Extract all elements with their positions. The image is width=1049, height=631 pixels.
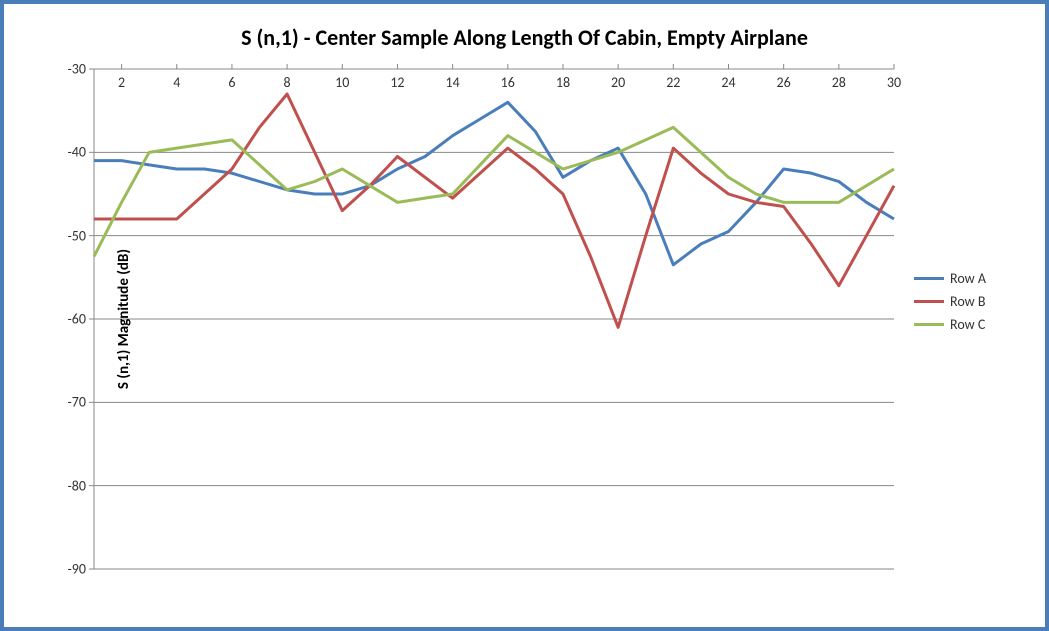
legend-label: Row B <box>950 293 985 310</box>
legend-swatch-row-c <box>914 323 944 326</box>
x-tick-label: 6 <box>228 74 235 91</box>
chart-frame: S (n,1) - Center Sample Along Length Of … <box>0 0 1049 631</box>
y-tick-label: -60 <box>68 311 86 328</box>
y-tick-label: -80 <box>68 477 86 494</box>
y-tick-label: -90 <box>68 561 86 578</box>
x-tick-label: 14 <box>446 74 460 91</box>
y-tick-label: -70 <box>68 394 86 411</box>
x-tick-label: 24 <box>721 74 735 91</box>
y-tick-label: -50 <box>68 227 86 244</box>
legend-item: Row B <box>914 293 986 310</box>
legend: Row A Row B Row C <box>914 264 986 339</box>
x-tick-label: 16 <box>501 74 515 91</box>
x-tick-label: 20 <box>611 74 625 91</box>
x-tick-label: 26 <box>777 74 791 91</box>
legend-item: Row C <box>914 316 986 333</box>
legend-swatch-row-a <box>914 277 944 280</box>
legend-item: Row A <box>914 270 986 287</box>
x-tick-label: 12 <box>390 74 404 91</box>
chart-title: S (n,1) - Center Sample Along Length Of … <box>4 24 1045 51</box>
x-tick-label: 2 <box>118 74 125 91</box>
legend-label: Row C <box>950 316 985 333</box>
plot-area: S (n,1) Magnitude (dB) -30-40-50-60-70-8… <box>94 69 894 569</box>
y-axis-label: S (n,1) Magnitude (dB) <box>115 249 133 389</box>
series-line-row-b <box>94 94 894 327</box>
x-tick-label: 8 <box>284 74 291 91</box>
legend-label: Row A <box>950 270 986 287</box>
legend-swatch-row-b <box>914 300 944 303</box>
x-tick-label: 30 <box>887 74 901 91</box>
x-tick-label: 28 <box>832 74 846 91</box>
y-tick-label: -30 <box>68 61 86 78</box>
series-line-row-c <box>94 127 894 256</box>
x-tick-label: 4 <box>173 74 180 91</box>
chart-svg <box>94 69 894 569</box>
x-tick-label: 22 <box>666 74 680 91</box>
y-tick-label: -40 <box>68 144 86 161</box>
x-tick-label: 18 <box>556 74 570 91</box>
x-tick-label: 10 <box>335 74 349 91</box>
